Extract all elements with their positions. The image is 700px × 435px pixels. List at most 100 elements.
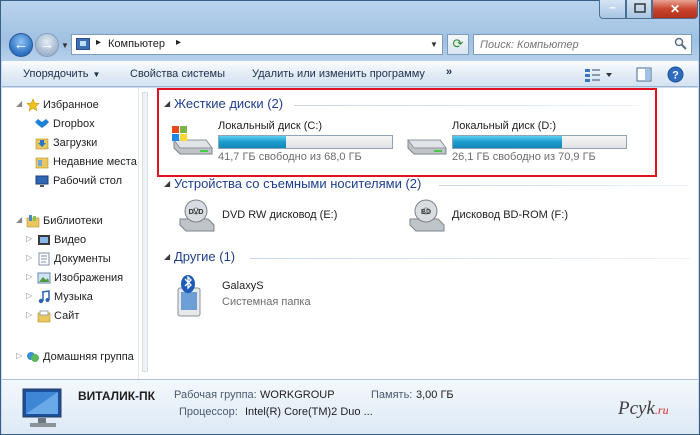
group-header-removable[interactable]: ◢ Устройства со съемными носителями (2) <box>164 176 694 194</box>
dropbox-icon <box>35 119 49 128</box>
bd-badge: BD <box>421 209 431 216</box>
explorer-window: – ✕ ← → ▼ ▸ Компьютер ▸ ▼ ⟳ Упорядочить▼… <box>0 0 700 435</box>
recent-pages-dropdown[interactable]: ▼ <box>61 41 69 50</box>
breadcrumb-computer[interactable]: Компьютер <box>108 38 165 50</box>
workgroup-label: Рабочая группа: <box>174 389 257 401</box>
drive-c[interactable]: Локальный диск (C:) 41,7 ГБ свободно из … <box>170 120 405 170</box>
search-input[interactable] <box>474 35 670 54</box>
sidebar-item-music[interactable]: ▷ Музыка <box>2 289 138 306</box>
computer-icon <box>22 388 62 427</box>
group-header-hard-disks[interactable]: ◢ Жесткие диски (2) <box>164 96 644 114</box>
device-name: GalaxyS <box>222 280 264 292</box>
sidebar-item-dropbox[interactable]: Dropbox <box>2 116 138 133</box>
address-dropdown[interactable]: ▼ <box>426 35 442 54</box>
sidebar-label: Сайт <box>54 310 80 322</box>
sidebar-item-favorites[interactable]: ◢ Избранное <box>2 97 138 114</box>
sidebar-label: Недавние места <box>53 156 137 168</box>
collapse-arrow-icon[interactable]: ◢ <box>164 99 170 108</box>
back-button[interactable]: ← <box>9 33 33 57</box>
sidebar-item-pictures[interactable]: ▷ Изображения <box>2 270 138 287</box>
drive-e-dvd[interactable]: DVD DVD RW дисковод (E:) <box>174 197 394 237</box>
dvd-drive-icon: DVD <box>179 199 215 232</box>
expand-arrow-icon[interactable]: ◢ <box>16 99 22 108</box>
breadcrumb-separator-icon[interactable]: ▸ <box>96 37 101 48</box>
minimize-button[interactable]: – <box>599 0 626 19</box>
organize-label: Упорядочить <box>23 68 89 80</box>
help-icon[interactable]: ? <box>667 66 684 83</box>
library-folder-icon <box>37 310 51 323</box>
group-title: Жесткие диски (2) <box>174 96 284 111</box>
memory-value: 3,00 ГБ <box>416 389 454 401</box>
expand-arrow-icon[interactable]: ◢ <box>16 215 22 224</box>
watermark-text: Pcyk <box>618 398 655 419</box>
drive-name: Локальный диск (D:) <box>452 120 557 132</box>
homegroup-icon <box>27 352 39 362</box>
breadcrumb-separator-icon[interactable]: ▸ <box>176 37 181 48</box>
uninstall-program-button[interactable]: Удалить или изменить программу <box>252 68 425 80</box>
more-commands-button[interactable]: » <box>446 66 452 78</box>
sidebar-item-desktop[interactable]: Рабочий стол <box>2 173 138 190</box>
recent-places-icon <box>35 157 49 169</box>
collapse-arrow-icon[interactable]: ◢ <box>164 252 170 261</box>
sidebar-item-downloads[interactable]: Загрузки <box>2 135 138 152</box>
address-bar[interactable]: ▸ Компьютер ▸ ▼ <box>71 34 443 55</box>
divider <box>294 105 639 106</box>
sidebar-label: Рабочий стол <box>53 175 123 187</box>
search-box[interactable] <box>473 34 692 55</box>
expand-arrow-icon[interactable]: ▷ <box>16 351 22 360</box>
sidebar-label: Музыка <box>54 291 93 303</box>
file-view: ◢ Жесткие диски (2) Локальный диск (C:) … <box>152 88 698 379</box>
system-properties-button[interactable]: Свойства системы <box>130 68 225 80</box>
cpu-value: Intel(R) Core(TM)2 Duo ... <box>245 406 373 418</box>
sidebar-item-homegroup[interactable]: ▷ Домашняя группа <box>2 349 138 366</box>
pane-splitter[interactable] <box>138 88 151 379</box>
collapse-arrow-icon[interactable]: ◢ <box>164 179 170 188</box>
drive-f-bd[interactable]: BD Дисковод BD-ROM (F:) <box>404 197 624 237</box>
sidebar-item-site[interactable]: ▷ Сайт <box>2 308 138 325</box>
computer-icon <box>76 38 90 50</box>
svg-text:?: ? <box>672 70 679 82</box>
expand-arrow-icon[interactable]: ▷ <box>26 291 32 300</box>
sidebar-item-video[interactable]: ▷ Видео <box>2 232 138 249</box>
view-options-icon[interactable] <box>584 68 614 82</box>
scrollbar[interactable] <box>142 92 148 372</box>
cpu-label: Процессор: <box>179 406 238 418</box>
sidebar-label: Избранное <box>43 99 99 111</box>
sidebar-label: Домашняя группа <box>43 351 134 363</box>
drive-usage-bar <box>452 135 627 149</box>
desktop-icon <box>35 175 49 187</box>
maximize-button[interactable] <box>626 0 652 19</box>
preview-pane-icon[interactable] <box>636 67 652 82</box>
sidebar-label: Dropbox <box>53 118 95 130</box>
drive-free-space: 26,1 ГБ свободно из 70,9 ГБ <box>452 151 596 163</box>
close-icon: ✕ <box>669 2 681 16</box>
sidebar-item-documents[interactable]: ▷ Документы <box>2 251 138 268</box>
memory-label: Память: <box>371 389 413 401</box>
device-galaxys[interactable]: GalaxyS Системная папка <box>174 274 394 320</box>
expand-arrow-icon[interactable]: ▷ <box>26 234 32 243</box>
refresh-button[interactable]: ⟳ <box>447 34 469 55</box>
maximize-icon <box>634 3 646 13</box>
drive-usage-fill <box>219 136 286 148</box>
expand-arrow-icon[interactable]: ▷ <box>26 253 32 262</box>
expand-arrow-icon[interactable]: ▷ <box>26 310 32 319</box>
divider <box>439 185 689 186</box>
drive-free-space: 41,7 ГБ свободно из 68,0 ГБ <box>218 151 362 163</box>
device-type: Системная папка <box>222 296 311 308</box>
forward-button[interactable]: → <box>35 33 59 57</box>
close-button[interactable]: ✕ <box>652 0 698 19</box>
hard-drive-icon <box>407 139 447 155</box>
sidebar-item-recent-places[interactable]: Недавние места <box>2 154 138 171</box>
music-icon <box>38 290 50 304</box>
expand-arrow-icon[interactable]: ▷ <box>26 272 32 281</box>
drive-d[interactable]: Локальный диск (D:) 26,1 ГБ свободно из … <box>404 120 639 170</box>
bd-drive-icon: BD <box>409 199 445 232</box>
group-header-other[interactable]: ◢ Другие (1) <box>164 249 694 267</box>
sidebar-item-libraries[interactable]: ◢ Библиотеки <box>2 213 138 230</box>
organize-button[interactable]: Упорядочить ▼ <box>23 68 100 80</box>
chevron-down-icon: ▼ <box>92 70 101 79</box>
system-drive-icon <box>172 126 213 155</box>
drive-name: Локальный диск (C:) <box>218 120 323 132</box>
pictures-icon <box>37 272 51 284</box>
content-area: ◢ Избранное Dropbox Загрузки Недавние ме… <box>2 88 698 379</box>
